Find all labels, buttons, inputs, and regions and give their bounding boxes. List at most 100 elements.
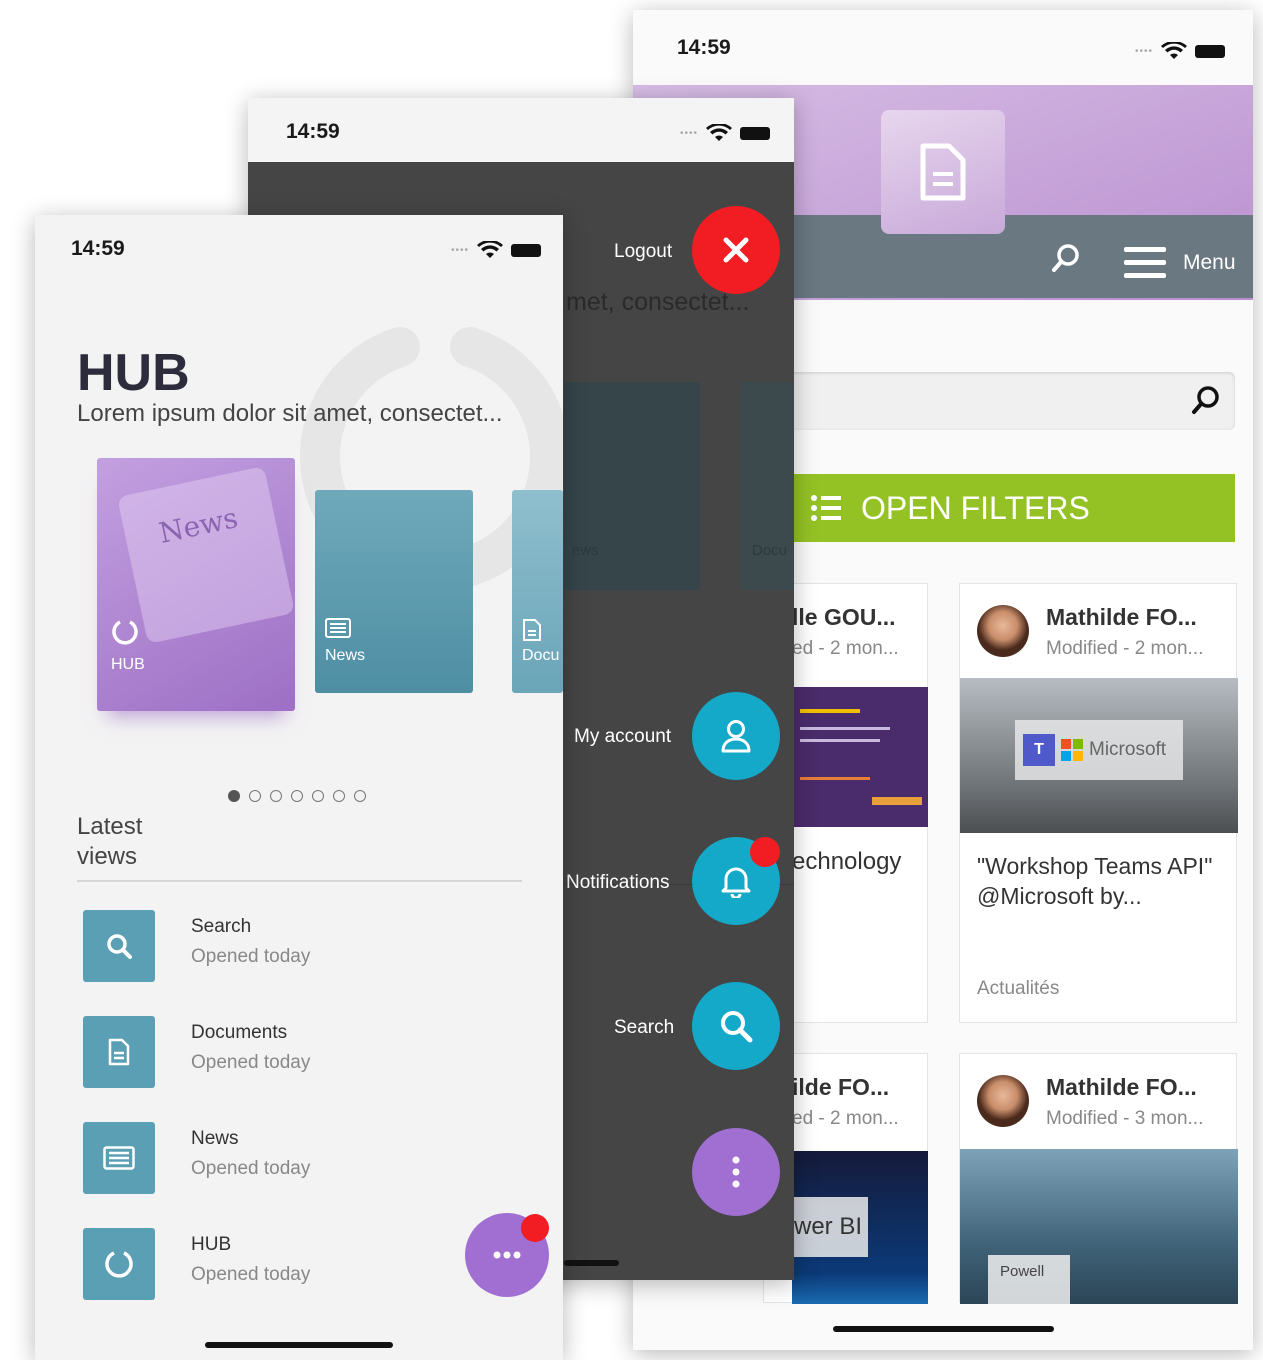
latest-view-item[interactable]: News Opened today xyxy=(83,1122,523,1194)
latest-view-title: Documents xyxy=(191,1022,288,1043)
status-icons: •••• xyxy=(451,241,541,259)
page-dot[interactable] xyxy=(354,790,366,802)
latest-view-icon xyxy=(83,1016,155,1088)
status-icons: •••• xyxy=(1135,42,1225,60)
microsoft-logo-icon xyxy=(1061,739,1083,761)
latest-view-item[interactable]: HUB Opened today xyxy=(83,1228,523,1300)
carousel-slide-hub[interactable]: News HUB xyxy=(97,458,295,711)
page-dot[interactable] xyxy=(270,790,282,802)
card-author: Mathilde FO... xyxy=(1046,1074,1197,1100)
page-dot[interactable] xyxy=(249,790,261,802)
battery-icon xyxy=(740,126,770,140)
card-modified: ed - 2 mon... xyxy=(792,638,899,659)
hub-icon xyxy=(105,1251,133,1278)
latest-view-subtitle: Opened today xyxy=(191,1052,311,1073)
wifi-icon xyxy=(706,124,732,141)
document-icon xyxy=(920,143,966,201)
card-category: Actualités xyxy=(977,978,1060,999)
dimmed-slide-label: ews xyxy=(572,542,599,559)
page-subtitle: Lorem ipsum dolor sit amet, consectet... xyxy=(77,400,503,427)
card-image xyxy=(792,687,928,827)
front-phone-screen: 14:59 •••• HUB Lorem ipsum dolor sit ame… xyxy=(35,215,563,1360)
app-logo xyxy=(881,110,1005,234)
search-label[interactable]: Search xyxy=(614,1017,674,1039)
page-dot[interactable] xyxy=(333,790,345,802)
dimmed-slide-label: Docu xyxy=(752,542,788,559)
open-filters-label: OPEN FILTERS xyxy=(861,489,1090,526)
latest-view-icon xyxy=(83,1122,155,1194)
home-indicator xyxy=(564,1260,619,1266)
page-dot-active[interactable] xyxy=(228,790,240,802)
hub-icon xyxy=(112,620,138,645)
news-tablet-image: News xyxy=(117,466,295,644)
latest-view-item[interactable]: Search Opened today xyxy=(83,910,523,982)
battery-icon xyxy=(511,243,541,257)
card-author: Mathilde FO... xyxy=(1046,604,1197,630)
image-caption: Microsoft xyxy=(1089,739,1167,760)
signal-icon: •••• xyxy=(1134,45,1153,57)
image-caption: wer BI xyxy=(792,1197,868,1257)
status-icons: •••• xyxy=(680,124,770,142)
slide-label: News xyxy=(325,647,366,664)
page-title: HUB xyxy=(77,344,190,402)
menu-button[interactable]: Menu xyxy=(1183,251,1236,275)
notifications-label[interactable]: Notifications xyxy=(566,872,670,894)
latest-view-title: News xyxy=(191,1128,239,1149)
search-button[interactable] xyxy=(692,982,780,1070)
hamburger-icon[interactable] xyxy=(1124,245,1166,281)
news-card[interactable]: Mathilde FO... Modified - 3 mon... Powel… xyxy=(959,1053,1238,1304)
status-time: 14:59 xyxy=(286,120,340,143)
my-account-button[interactable] xyxy=(692,692,780,780)
latest-view-icon xyxy=(83,910,155,982)
latest-view-title: HUB xyxy=(191,1234,232,1255)
dimmed-slide: ews xyxy=(564,382,700,590)
latest-view-title: Search xyxy=(191,916,252,937)
carousel-slide-news[interactable]: News xyxy=(315,490,473,693)
card-modified: ed - 2 mon... xyxy=(792,1108,899,1129)
avatar xyxy=(977,1075,1029,1127)
bell-icon xyxy=(721,867,751,898)
battery-icon xyxy=(1195,44,1225,58)
teams-logo-icon: T xyxy=(1023,734,1055,766)
card-image: T Microsoft xyxy=(960,678,1238,833)
search-icon xyxy=(107,934,132,959)
close-menu-button[interactable] xyxy=(692,206,780,294)
news-icon xyxy=(103,1146,135,1170)
status-time: 14:59 xyxy=(71,237,125,260)
image-caption: News xyxy=(156,501,241,550)
image-caption: Powell xyxy=(988,1255,1070,1304)
carousel-pagination[interactable] xyxy=(228,790,366,802)
open-filters-button[interactable]: OPEN FILTERS xyxy=(783,474,1235,542)
card-title: echnology xyxy=(792,848,902,875)
wifi-icon xyxy=(1161,42,1187,59)
my-account-label[interactable]: My account xyxy=(574,726,671,748)
logout-label[interactable]: Logout xyxy=(614,241,672,263)
card-modified: Modified - 3 mon... xyxy=(1046,1108,1204,1129)
wifi-icon xyxy=(477,241,503,258)
page-dot[interactable] xyxy=(312,790,324,802)
signal-icon: •••• xyxy=(450,244,469,256)
carousel-slide-documents[interactable]: Docu xyxy=(512,490,563,693)
more-options-button[interactable] xyxy=(692,1128,780,1216)
list-icon xyxy=(811,495,841,521)
card-author: lle GOU... xyxy=(792,604,896,630)
latest-view-subtitle: Opened today xyxy=(191,946,311,967)
horizontal-dots-icon xyxy=(493,1251,521,1259)
signal-icon: •••• xyxy=(679,127,698,139)
news-card[interactable]: Mathilde FO... Modified - 2 mon... T Mic… xyxy=(959,583,1238,1023)
latest-view-subtitle: Opened today xyxy=(191,1158,311,1179)
document-icon xyxy=(523,619,541,641)
avatar xyxy=(977,605,1029,657)
slide-label: HUB xyxy=(111,656,145,673)
section-divider xyxy=(77,880,522,882)
latest-view-item[interactable]: Documents Opened today xyxy=(83,1016,523,1088)
search-icon[interactable] xyxy=(1051,243,1081,273)
card-title: "Workshop Teams API" @Microsoft by... xyxy=(977,853,1213,909)
close-icon xyxy=(723,237,749,263)
latest-view-icon xyxy=(83,1228,155,1300)
dimmed-slide: Docu xyxy=(740,382,794,590)
card-author: ilde FO... xyxy=(792,1074,890,1100)
page-dot[interactable] xyxy=(291,790,303,802)
search-input[interactable] xyxy=(783,372,1235,430)
home-indicator xyxy=(205,1342,393,1348)
